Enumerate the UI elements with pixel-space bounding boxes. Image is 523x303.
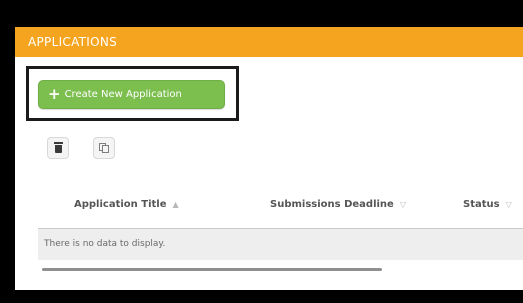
horizontal-scrollbar[interactable]: [42, 268, 382, 271]
panel-header: APPLICATIONS: [15, 27, 523, 57]
sort-icon: ▽: [399, 200, 406, 209]
plus-icon: +: [48, 85, 61, 103]
copy-button[interactable]: [93, 137, 115, 159]
column-label: Status: [463, 199, 500, 210]
trash-icon: [53, 142, 63, 153]
empty-message: There is no data to display.: [44, 239, 166, 249]
screenshot-frame: APPLICATIONS + Create New Application Ap…: [0, 0, 523, 303]
copy-icon: [98, 142, 110, 154]
panel-title: APPLICATIONS: [28, 35, 118, 49]
create-new-application-button[interactable]: + Create New Application: [38, 80, 225, 109]
empty-table-row: There is no data to display.: [38, 228, 523, 260]
delete-button[interactable]: [47, 137, 69, 159]
sort-asc-icon: ▲: [172, 200, 179, 209]
column-label: Application Title: [74, 199, 167, 210]
sort-icon: ▽: [505, 200, 512, 209]
column-header-status[interactable]: Status ▽: [463, 199, 512, 210]
column-label: Submissions Deadline: [270, 199, 394, 210]
create-button-label: Create New Application: [64, 89, 182, 100]
table-header: Application Title ▲ Submissions Deadline…: [38, 186, 523, 226]
column-header-submissions-deadline[interactable]: Submissions Deadline ▽: [270, 199, 406, 210]
column-header-application-title[interactable]: Application Title ▲: [74, 199, 179, 210]
